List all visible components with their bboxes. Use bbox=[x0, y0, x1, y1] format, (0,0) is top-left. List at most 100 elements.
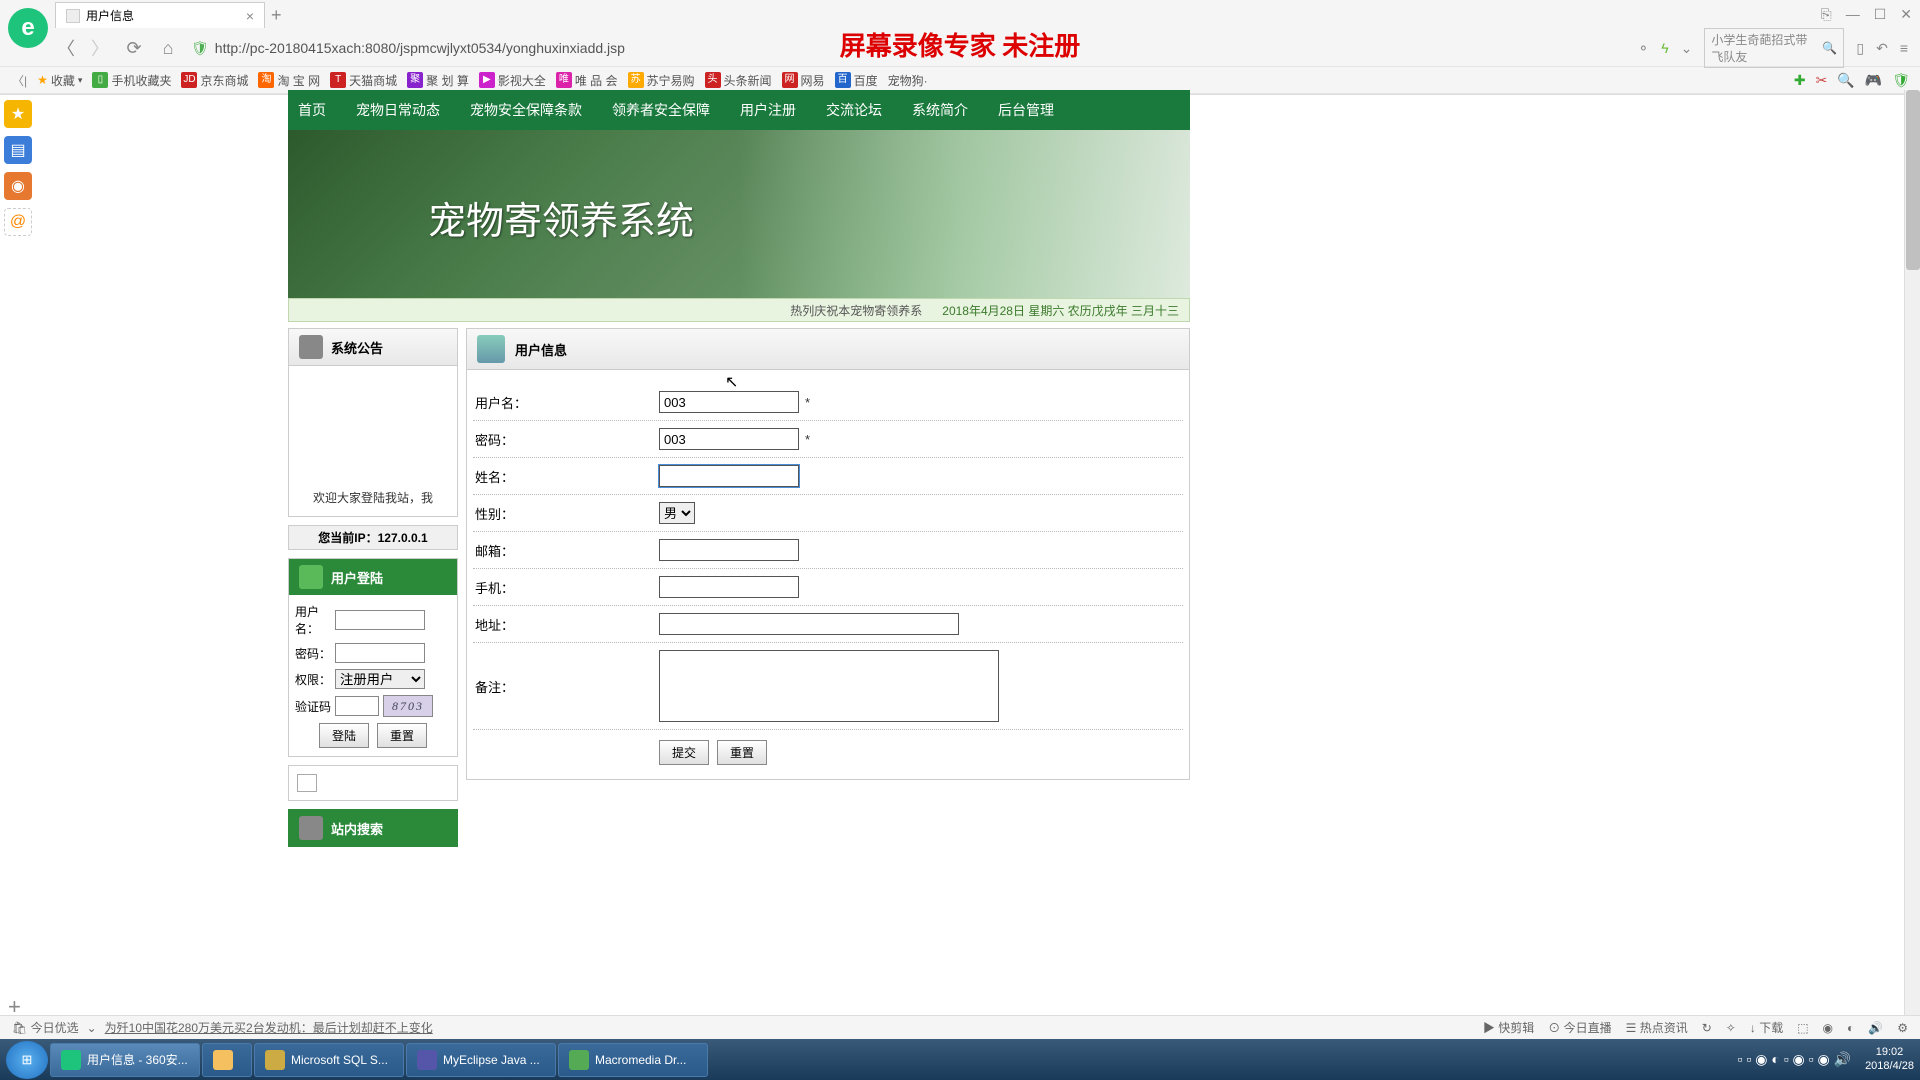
bm-pet[interactable]: 宠物狗· bbox=[888, 72, 928, 89]
username-input[interactable] bbox=[659, 391, 799, 413]
undo-icon[interactable]: ↶ bbox=[1876, 40, 1888, 57]
task-explorer[interactable] bbox=[202, 1043, 252, 1077]
nav-register[interactable]: 用户注册 bbox=[740, 100, 796, 120]
address-input[interactable] bbox=[659, 613, 959, 635]
minimize-icon[interactable]: — bbox=[1846, 6, 1860, 23]
bm-baidu[interactable]: 百百度 bbox=[835, 72, 878, 89]
flash-icon[interactable]: ϟ bbox=[1661, 40, 1668, 56]
bm-163[interactable]: 网网易 bbox=[782, 72, 825, 89]
back-button[interactable]: 〈 bbox=[55, 35, 77, 61]
password-input[interactable] bbox=[659, 428, 799, 450]
close-icon[interactable]: ✕ bbox=[1900, 6, 1912, 23]
login-captcha-input[interactable] bbox=[335, 696, 379, 716]
forward-button[interactable]: 〉 bbox=[89, 35, 111, 61]
bm-video[interactable]: ▶影视大全 bbox=[479, 72, 546, 89]
tray-clock[interactable]: 19:02 2018/4/28 bbox=[1865, 1046, 1914, 1072]
browser-tab[interactable]: 用户信息 × bbox=[55, 2, 265, 28]
mobile-icon[interactable]: ▯ bbox=[1856, 40, 1864, 57]
req-1: * bbox=[805, 395, 810, 410]
tab-close-icon[interactable]: × bbox=[246, 8, 254, 24]
status-dl[interactable]: ↓ 下载 bbox=[1750, 1019, 1783, 1036]
tray-icons[interactable]: ▫ ▫ ◉ ◐ ▫ ◉ ▫ ◉ 🔊 bbox=[1738, 1051, 1852, 1068]
dropdown-icon[interactable]: ⌄ bbox=[1681, 40, 1693, 57]
nav-safety[interactable]: 宠物安全保障条款 bbox=[470, 100, 582, 120]
rail-at-icon[interactable]: @ bbox=[4, 208, 32, 236]
rail-star-icon[interactable]: ★ bbox=[4, 100, 32, 128]
wc-1[interactable]: ⎘ bbox=[1821, 6, 1832, 23]
search-icon[interactable]: 🔍 bbox=[1822, 41, 1837, 55]
tool-5[interactable]: 🛡 bbox=[1892, 72, 1910, 89]
login-role-select[interactable]: 注册用户 bbox=[335, 669, 425, 689]
status-hot[interactable]: ☰ 热点资讯 bbox=[1626, 1019, 1688, 1036]
bm-vip[interactable]: 唯唯 品 会 bbox=[556, 72, 618, 89]
status-i3[interactable]: ⬚ bbox=[1797, 1021, 1808, 1035]
bm-mobile[interactable]: ▯手机收藏夹 bbox=[92, 72, 171, 89]
email-input[interactable] bbox=[659, 539, 799, 561]
nav-forum[interactable]: 交流论坛 bbox=[826, 100, 882, 120]
login-submit-button[interactable]: 登陆 bbox=[319, 723, 369, 748]
url-text: http://pc-20180415xach:8080/jspmcwjlyxt0… bbox=[215, 40, 625, 56]
tool-4[interactable]: 🎮 bbox=[1865, 72, 1882, 89]
scrollbar[interactable] bbox=[1904, 90, 1920, 1015]
tool-2[interactable]: ✂ bbox=[1816, 72, 1828, 89]
favorites-button[interactable]: ★收藏▾ bbox=[37, 72, 82, 89]
status-i5[interactable]: ◐ bbox=[1847, 1021, 1854, 1035]
remark-textarea[interactable] bbox=[659, 650, 999, 722]
submit-button[interactable]: 提交 bbox=[659, 740, 709, 765]
name-input[interactable] bbox=[659, 465, 799, 487]
bm-jd[interactable]: JD京东商城 bbox=[181, 72, 248, 89]
nav-daily[interactable]: 宠物日常动态 bbox=[356, 100, 440, 120]
tool-1[interactable]: ✚ bbox=[1794, 72, 1806, 89]
nav-about[interactable]: 系统简介 bbox=[912, 100, 968, 120]
gender-select[interactable]: 男 bbox=[659, 502, 695, 524]
task-browser[interactable]: 用户信息 - 360安... bbox=[50, 1043, 200, 1077]
login-pwd-input[interactable] bbox=[335, 643, 425, 663]
bm-tmall[interactable]: T天猫商城 bbox=[330, 72, 397, 89]
status-i2[interactable]: ✧ bbox=[1726, 1021, 1736, 1035]
extra-panel bbox=[288, 765, 458, 801]
search-box[interactable]: 小学生奇葩招式带飞队友 🔍 bbox=[1704, 28, 1844, 68]
status-news[interactable]: 为歼10中国花280万美元买2台发动机：最后计划却赶不上变化 bbox=[105, 1019, 433, 1036]
task-sql[interactable]: Microsoft SQL S... bbox=[254, 1043, 404, 1077]
email-label: 邮箱： bbox=[473, 541, 659, 560]
rail-doc-icon[interactable]: ▤ bbox=[4, 136, 32, 164]
bm-toutiao[interactable]: 头头条新闻 bbox=[705, 72, 772, 89]
password-label: 密码： bbox=[473, 430, 659, 449]
nav-adopter[interactable]: 领养者安全保障 bbox=[612, 100, 710, 120]
bm-taobao[interactable]: 淘淘 宝 网 bbox=[258, 72, 320, 89]
bm-back[interactable]: 〈| bbox=[12, 72, 27, 89]
taskbar: ⊞ 用户信息 - 360安... Microsoft SQL S... MyEc… bbox=[0, 1039, 1920, 1080]
status-today[interactable]: 🛍 今日优选 bbox=[12, 1019, 79, 1036]
status-i1[interactable]: ↻ bbox=[1702, 1021, 1712, 1035]
scroll-thumb[interactable] bbox=[1906, 90, 1920, 270]
menu-icon[interactable]: ≡ bbox=[1900, 40, 1908, 56]
rail-weibo-icon[interactable]: ◉ bbox=[4, 172, 32, 200]
new-tab-button[interactable]: + bbox=[271, 5, 282, 26]
status-dropdown[interactable]: ⌄ bbox=[87, 1021, 97, 1035]
status-i6[interactable]: 🔊 bbox=[1868, 1021, 1883, 1035]
nav-home[interactable]: 首页 bbox=[298, 100, 326, 120]
home-button[interactable]: ⌂ bbox=[157, 38, 179, 59]
phone-input[interactable] bbox=[659, 576, 799, 598]
maximize-icon[interactable]: ☐ bbox=[1874, 6, 1887, 23]
captcha-image[interactable]: 8703 bbox=[383, 695, 433, 717]
status-clip[interactable]: ▶ 快剪辑 bbox=[1483, 1019, 1534, 1036]
banner: 宠物寄领养系统 bbox=[288, 130, 1190, 298]
reset-button[interactable]: 重置 bbox=[717, 740, 767, 765]
start-button[interactable]: ⊞ bbox=[6, 1041, 48, 1079]
bm-ju[interactable]: 聚聚 划 算 bbox=[407, 72, 469, 89]
bm-suning[interactable]: 苏苏宁易购 bbox=[628, 72, 695, 89]
nav-admin[interactable]: 后台管理 bbox=[998, 100, 1054, 120]
watermark-text: 屏幕录像专家 未注册 bbox=[840, 26, 1081, 63]
extra-input[interactable] bbox=[297, 774, 317, 792]
status-live[interactable]: ⊙ 今日直播 bbox=[1548, 1019, 1611, 1036]
status-i7[interactable]: ⚙ bbox=[1897, 1021, 1908, 1035]
task-dreamweaver[interactable]: Macromedia Dr... bbox=[558, 1043, 708, 1077]
share-icon[interactable]: ⚬ bbox=[1637, 40, 1649, 57]
status-i4[interactable]: ◉ bbox=[1823, 1021, 1833, 1035]
task-eclipse[interactable]: MyEclipse Java ... bbox=[406, 1043, 556, 1077]
reload-button[interactable]: ⟳ bbox=[123, 38, 145, 59]
login-reset-button[interactable]: 重置 bbox=[377, 723, 427, 748]
tool-3[interactable]: 🔍 bbox=[1837, 72, 1854, 89]
login-user-input[interactable] bbox=[335, 610, 425, 630]
